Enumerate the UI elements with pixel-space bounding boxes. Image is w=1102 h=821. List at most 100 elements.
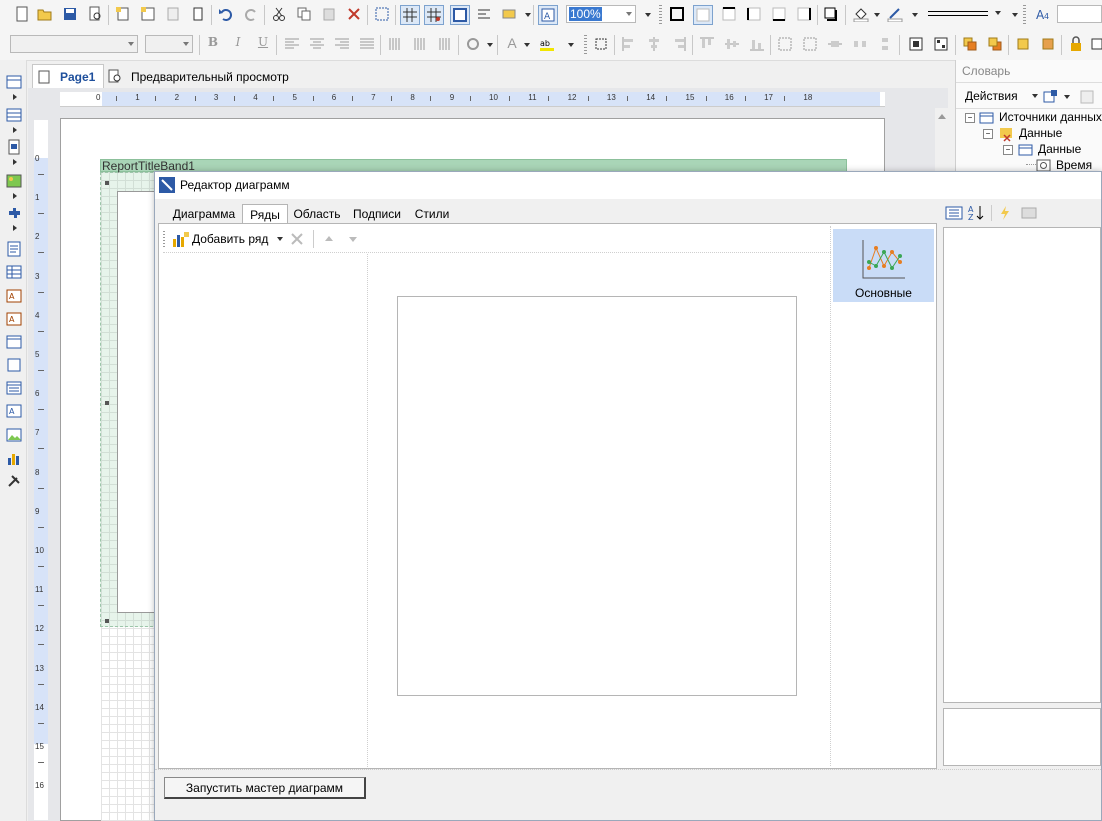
underline-icon[interactable]: U [254,35,272,53]
new-report-icon[interactable] [13,5,31,23]
bold-icon[interactable]: B [204,35,222,53]
redo-icon[interactable] [242,5,260,23]
tree-item-data[interactable]: Данные [1019,126,1062,140]
italic-icon[interactable]: I [229,35,247,53]
fit-page-icon[interactable] [450,5,470,25]
zoom-icon[interactable]: A [538,5,558,25]
align-middles-icon[interactable] [723,35,741,53]
html-icon[interactable] [5,379,22,395]
add-series-button[interactable]: Добавить ряд [192,232,268,246]
send-backward-icon[interactable] [1039,35,1057,53]
new-dialog-icon[interactable] [139,5,157,23]
property-grid[interactable] [943,227,1101,703]
dialog-titlebar[interactable]: Редактор диаграмм [155,172,1101,199]
style-combo[interactable] [1057,5,1102,23]
align-tops-icon[interactable] [698,35,716,53]
tree-item-data-table[interactable]: Данные [1038,142,1081,156]
tree-item-sources[interactable]: Источники данных [999,110,1102,124]
send-back-icon[interactable] [986,35,1004,53]
objects-icon[interactable] [1088,35,1102,53]
text-box-icon[interactable]: A [5,402,22,418]
align-right-icon[interactable] [333,35,351,53]
rich-text-icon[interactable]: A [5,287,22,303]
new-page-icon[interactable] [114,5,132,23]
tab-page1[interactable]: Page1 [32,64,104,88]
text-color-icon[interactable]: A [503,35,521,53]
highlight-icon[interactable]: ab [538,35,556,53]
tree-item-time[interactable]: Время [1056,158,1092,172]
image-object-icon[interactable] [5,426,22,442]
no-frame-icon[interactable] [693,5,713,25]
align-bottoms-icon[interactable] [748,35,766,53]
ungroup-icon[interactable] [932,35,950,53]
tools-icon[interactable] [5,472,21,488]
group-icon[interactable] [907,35,925,53]
text-object-icon[interactable] [5,240,21,257]
lock-icon[interactable] [1067,35,1085,53]
data-sources-icon[interactable] [1042,88,1058,104]
print-preview-icon[interactable] [86,5,104,23]
line-style-combo[interactable] [926,5,1004,23]
open-icon[interactable] [36,5,54,23]
tab-diagram[interactable]: Диаграмма [172,204,236,224]
band-icon[interactable] [5,73,22,89]
fit-to-grid-icon[interactable] [592,35,610,53]
style-icon[interactable] [500,5,518,23]
frame-all-icon[interactable] [668,5,686,23]
font-size-combo[interactable] [145,35,193,53]
zoom-combo[interactable]: 100% [566,5,636,23]
group-band-icon[interactable] [5,106,22,122]
space-vert-icon[interactable] [876,35,894,53]
shape-icon[interactable] [5,356,21,372]
picture-icon[interactable] [5,172,22,188]
bring-front-icon[interactable] [961,35,979,53]
valign-middle-icon[interactable] [411,35,429,53]
delete-page-icon[interactable] [164,5,182,23]
shadow-icon[interactable] [822,5,840,23]
snap-to-grid-icon[interactable] [424,5,444,25]
same-width-icon[interactable] [776,35,794,53]
valign-bottom-icon[interactable] [436,35,454,53]
chart-object-icon[interactable] [5,449,21,465]
plugin-icon[interactable] [5,205,21,221]
tab-styles[interactable]: Стили [414,204,450,224]
page-setup-icon[interactable] [189,5,207,23]
tab-labels[interactable]: Подписи [352,204,402,224]
valign-top-icon[interactable] [386,35,404,53]
align-center-icon[interactable] [308,35,326,53]
show-grid-icon[interactable] [400,5,420,25]
tree-expander[interactable]: − [965,113,975,123]
frame-right-icon[interactable] [795,5,813,23]
undo-icon[interactable] [217,5,235,23]
bring-forward-icon[interactable] [1014,35,1032,53]
paste-icon[interactable] [320,5,338,23]
justify-icon[interactable] [358,35,376,53]
delete-icon[interactable] [345,5,363,23]
subreport-icon[interactable] [5,138,21,155]
font-name-combo[interactable] [10,35,138,53]
save-icon[interactable] [61,5,79,23]
tab-area[interactable]: Область [292,204,342,224]
gallery-item-basic[interactable]: Основные [833,229,934,302]
align-centers-icon[interactable] [645,35,663,53]
cut-icon[interactable] [270,5,288,23]
copy-icon[interactable] [295,5,313,23]
tree-expander[interactable]: − [1003,145,1013,155]
select-all-icon[interactable] [373,5,391,23]
same-height-icon[interactable] [801,35,819,53]
text-style-icon[interactable]: A4 [1034,5,1052,23]
rotate-icon[interactable] [464,35,482,53]
tab-series[interactable]: Ряды [242,204,288,224]
series-list[interactable] [163,254,368,767]
frame-left-icon[interactable] [745,5,763,23]
run-chart-wizard-button[interactable]: Запустить мастер диаграмм [164,777,366,799]
align-icon[interactable] [475,5,493,23]
frame-top-icon[interactable] [720,5,738,23]
actions-menu[interactable]: Действия [960,86,1040,106]
center-horiz-icon[interactable] [826,35,844,53]
tree-expander[interactable]: − [983,129,993,139]
container-icon[interactable] [5,333,22,349]
space-horiz-icon[interactable] [851,35,869,53]
cross-view-icon[interactable]: A [5,310,22,326]
frame-bottom-icon[interactable] [770,5,788,23]
